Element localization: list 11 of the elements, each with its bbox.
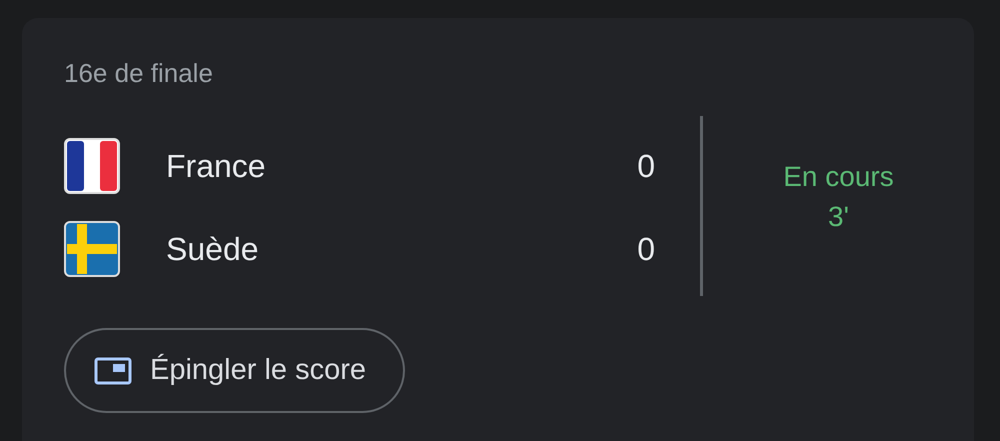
match-status: En cours — [783, 160, 894, 194]
picture-in-picture-icon — [94, 356, 132, 384]
team-score: 0 — [637, 230, 655, 268]
team-name: Suède — [166, 230, 260, 268]
team-score: 0 — [637, 148, 655, 184]
team-name: France — [166, 148, 267, 184]
france-flag-icon — [64, 138, 120, 194]
match-minute: 3' — [828, 200, 849, 234]
pin-score-button[interactable]: Épingler le score — [64, 328, 405, 413]
sweden-flag-icon — [64, 221, 120, 277]
round-label: 16e de finale — [64, 58, 214, 88]
